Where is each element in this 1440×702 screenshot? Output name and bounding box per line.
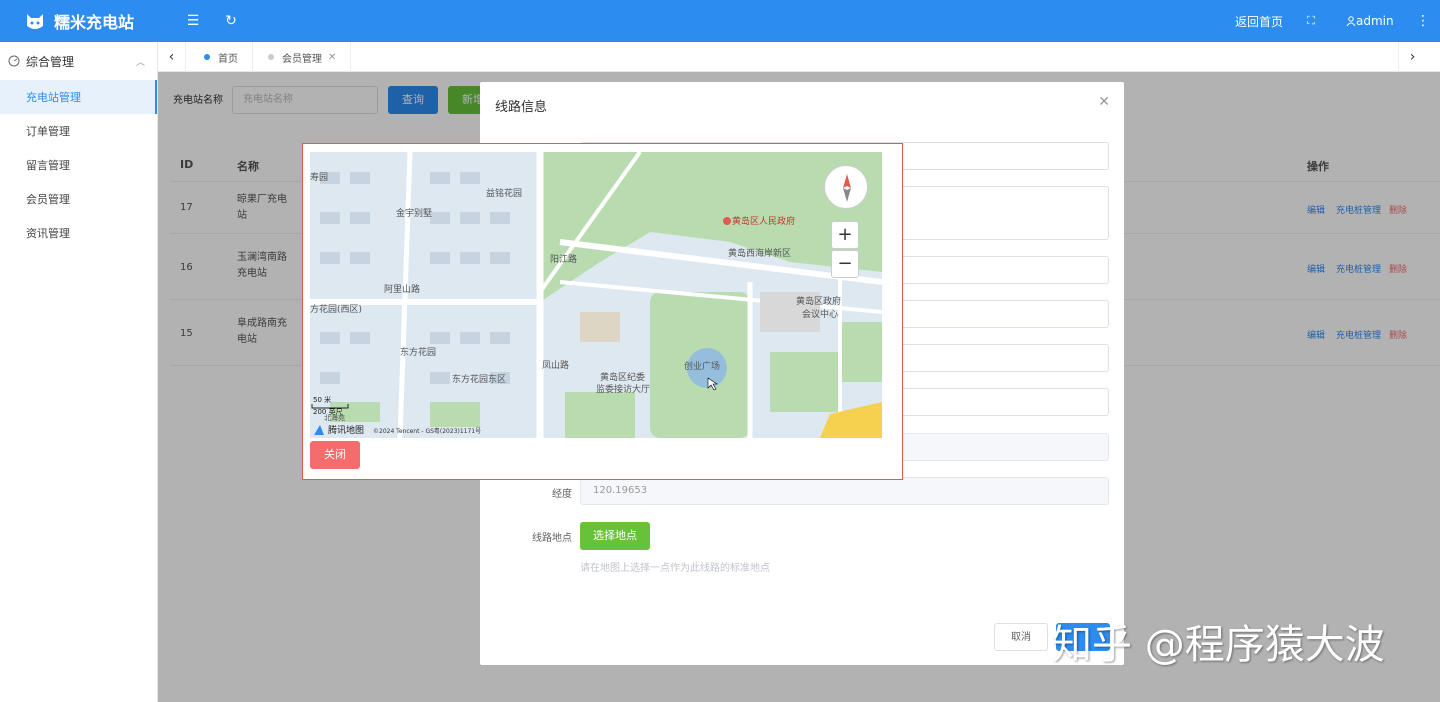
app-title: 糯米充电站 (54, 13, 135, 32)
cat-logo-icon (27, 14, 43, 29)
cancel-button[interactable]: 取消 (994, 623, 1048, 651)
sidebar-item-stations[interactable]: 充电站管理 (0, 80, 157, 114)
sidebar: 综合管理 ︿ 充电站管理 订单管理 留言管理 会员管理 资讯管理 (0, 42, 158, 702)
close-tab-icon[interactable]: ✕ (328, 52, 336, 63)
map-label-fengshan: 凤山路 (542, 359, 569, 371)
compass-icon[interactable] (824, 165, 868, 209)
map-copyright: ©2024 Tencent - GS粤(2023)1171号 (373, 427, 481, 435)
tencent-map[interactable]: 黄岛区人民政府 黄岛西海岸新区 黄岛区政府 会议中心 创业广场 黄岛区纪委 监委… (310, 152, 882, 438)
sidebar-item-label: 留言管理 (26, 159, 70, 172)
zoom-out-icon[interactable]: − (831, 250, 859, 278)
inactive-dot-icon (268, 54, 274, 60)
map-label-council: 黄岛区政府 (796, 295, 841, 307)
app-logo[interactable]: 糯米充电站 (24, 0, 134, 42)
map-label-aling: 阿里山路 (384, 283, 420, 295)
scale-meters: 50 米 (313, 395, 331, 404)
tab-label: 会员管理 (282, 53, 322, 65)
tabs-scroll-left-icon[interactable]: ‹ (158, 42, 186, 72)
sidebar-item-label: 订单管理 (26, 125, 70, 138)
more-vertical-icon[interactable]: ⋮ (1414, 12, 1432, 30)
user-menu[interactable]: admin (1346, 0, 1394, 42)
fullscreen-icon[interactable]: ⛶ (1302, 12, 1320, 30)
user-icon (1346, 16, 1356, 26)
sidebar-item-news[interactable]: 资讯管理 (0, 216, 157, 250)
location-hint: 请在地图上选择一点作为此线路的标准地点 (580, 563, 770, 574)
tab-members[interactable]: 会员管理 ✕ (254, 42, 352, 72)
dashboard-icon (8, 55, 20, 67)
zoom-in-icon[interactable]: + (831, 221, 859, 249)
close-icon[interactable]: ✕ (1098, 94, 1110, 110)
sidebar-item-orders[interactable]: 订单管理 (0, 114, 157, 148)
tabs-bar: ‹ 首页 会员管理 ✕ › (158, 42, 1440, 72)
dialog-title: 线路信息 (495, 100, 548, 115)
sidebar-group-label: 综合管理 (26, 54, 75, 69)
tab-home[interactable]: 首页 (190, 42, 253, 72)
menu-fold-icon[interactable]: ☰ (184, 12, 202, 30)
sidebar-item-label: 会员管理 (26, 193, 70, 206)
map-label-jiwei-2: 监委接访大厅 (596, 383, 650, 395)
longitude-field: 120.19653 (580, 477, 1109, 505)
sidebar-item-members[interactable]: 会员管理 (0, 182, 157, 216)
map-label-dongfang-west: 方花园(西区) (310, 303, 362, 315)
map-label-jinyu: 金宇别墅 (396, 207, 432, 219)
tabs-scroll-right-icon[interactable]: › (1398, 42, 1426, 72)
map-canvas: 黄岛区人民政府 黄岛西海岸新区 黄岛区政府 会议中心 创业广场 黄岛区纪委 监委… (310, 152, 882, 438)
select-location-button[interactable]: 选择地点 (580, 522, 650, 550)
username: admin (1356, 14, 1394, 28)
tab-label: 首页 (218, 53, 238, 65)
longitude-label: 经度 (552, 489, 572, 500)
map-label-dongfang: 东方花园 (400, 346, 436, 358)
map-label-west-coast: 黄岛西海岸新区 (728, 247, 791, 259)
sidebar-group-comprehensive[interactable]: 综合管理 ︿ (0, 42, 157, 80)
active-dot-icon (204, 54, 210, 60)
location-label: 线路地点 (532, 533, 572, 544)
top-bar: 糯米充电站 ☰ ↻ 返回首页 ⛶ admin ⋮ (0, 0, 1440, 42)
close-map-button[interactable]: 关闭 (310, 441, 360, 469)
map-label-yiming: 益铭花园 (486, 187, 522, 199)
map-label-council-2: 会议中心 (802, 308, 838, 320)
watermark: 知乎 @程序猿大波 (1052, 622, 1385, 668)
map-label-plaza: 创业广场 (684, 360, 720, 372)
refresh-icon[interactable]: ↻ (222, 12, 240, 30)
sidebar-item-label: 资讯管理 (26, 227, 70, 240)
map-brand: 腾讯地图 (328, 424, 364, 436)
home-link[interactable]: 返回首页 (1235, 0, 1283, 42)
chevron-up-icon: ︿ (135, 57, 145, 68)
sidebar-item-label: 充电站管理 (26, 91, 81, 104)
map-label-gov: 黄岛区人民政府 (732, 215, 795, 227)
map-label-shouyuan: 寿园 (310, 171, 328, 183)
sidebar-item-messages[interactable]: 留言管理 (0, 148, 157, 182)
map-label-yangjiang: 阳江路 (550, 253, 577, 265)
map-label-dongfang-east: 东方花园东区 (452, 373, 506, 385)
map-label-jiwei: 黄岛区纪委 (600, 371, 645, 383)
map-picker-panel: 黄岛区人民政府 黄岛西海岸新区 黄岛区政府 会议中心 创业广场 黄岛区纪委 监委… (302, 143, 903, 480)
